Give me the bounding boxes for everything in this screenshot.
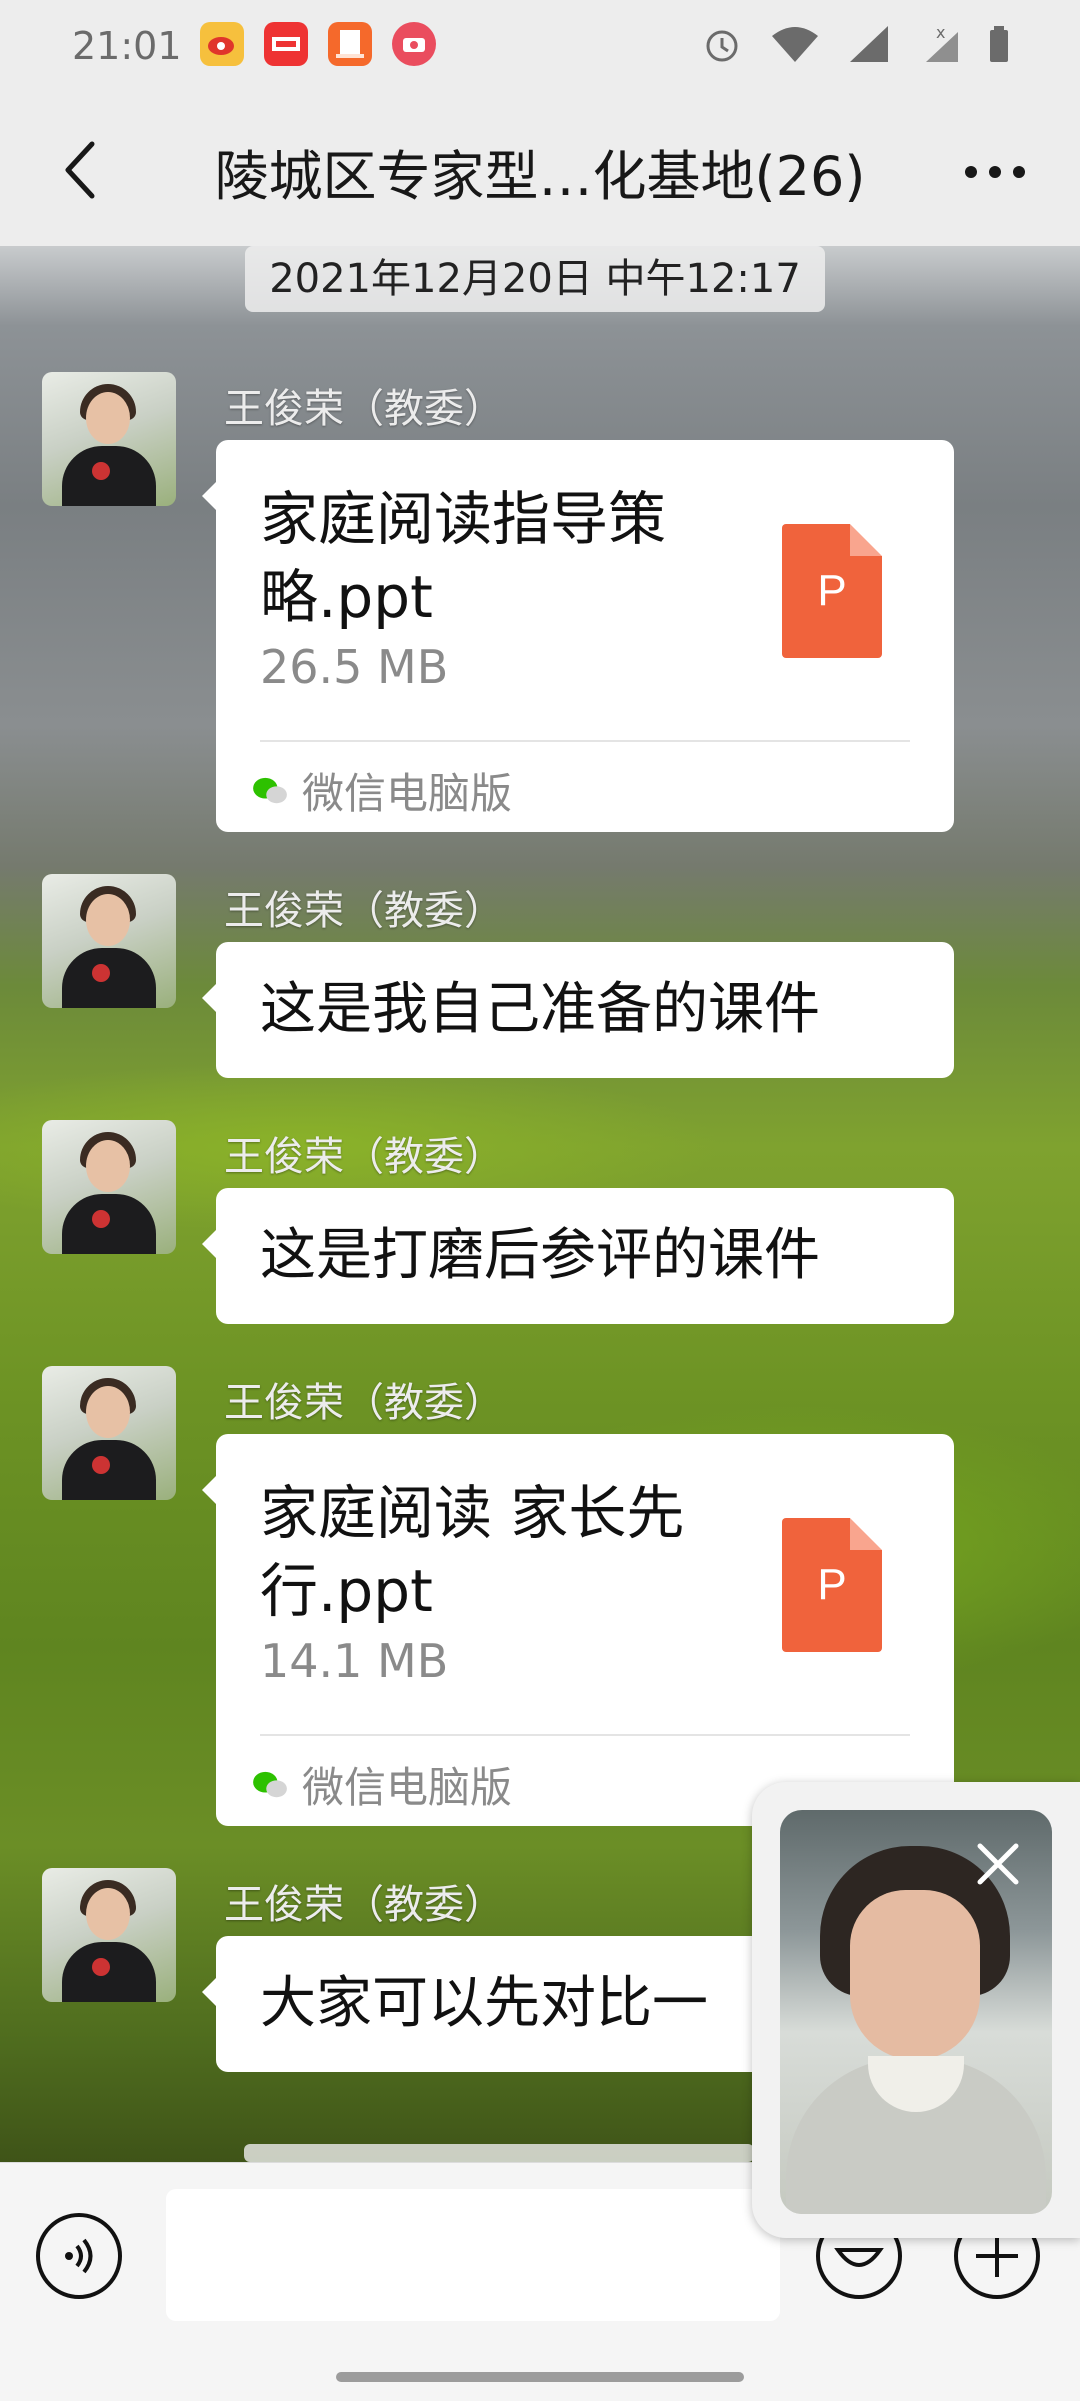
camera-icon xyxy=(392,22,436,66)
avatar[interactable] xyxy=(42,372,176,506)
avatar[interactable] xyxy=(42,1120,176,1254)
file-source-label: 微信电脑版 xyxy=(302,769,513,818)
status-app-icons xyxy=(200,22,436,66)
message-text: 这是打磨后参评的课件 xyxy=(260,1223,820,1288)
text-message-bubble[interactable]: 这是打磨后参评的课件 xyxy=(202,1188,954,1324)
close-video-button[interactable] xyxy=(968,1834,1028,1894)
floating-video-window[interactable] xyxy=(752,1782,1080,2238)
status-bar: 21:01 x xyxy=(0,0,1080,96)
voice-button[interactable] xyxy=(36,2213,122,2299)
next-message-peek xyxy=(244,2144,754,2162)
file-source: 微信电脑版 xyxy=(252,1754,512,1815)
chat-title[interactable]: 陵城区专家型…化基地(26) xyxy=(0,132,1080,211)
battery-icon xyxy=(990,26,1008,62)
avatar[interactable] xyxy=(42,1366,176,1500)
plus-icon xyxy=(976,2235,1018,2277)
avatar[interactable] xyxy=(42,874,176,1008)
file-name: 家庭阅读 家长先行.ppt xyxy=(260,1479,685,1625)
ppt-file-icon: P xyxy=(782,524,882,658)
chat-timestamp: 2021年12月20日 中午12:17 xyxy=(245,246,825,312)
svg-text:x: x xyxy=(936,24,945,42)
sender-name: 王俊荣（教委） xyxy=(224,888,504,934)
wifi-icon xyxy=(772,27,818,62)
file-message-bubble[interactable]: 家庭阅读 家长先行.ppt 14.1 MB P 微信电脑版 xyxy=(202,1434,954,1826)
wechat-icon xyxy=(253,777,287,803)
sender-name: 王俊荣（教委） xyxy=(224,1882,504,1928)
file-source: 微信电脑版 xyxy=(252,760,512,821)
status-right-icons: x xyxy=(702,24,1010,64)
video-preview[interactable] xyxy=(780,1810,1052,2214)
signal-x-icon: x xyxy=(926,24,958,62)
weibo-icon xyxy=(200,22,244,66)
file-size: 26.5 MB xyxy=(260,640,449,694)
toutiao-icon xyxy=(264,22,308,66)
wechat-icon xyxy=(253,1771,287,1797)
divider xyxy=(260,1734,910,1736)
file-message-bubble[interactable]: 家庭阅读指导策略.ppt 26.5 MB P 微信电脑版 xyxy=(202,440,954,832)
message-input[interactable] xyxy=(166,2189,780,2321)
more-button[interactable] xyxy=(950,132,1040,212)
home-indicator[interactable] xyxy=(336,2372,744,2382)
status-time: 21:01 xyxy=(72,24,182,68)
ppt-file-icon: P xyxy=(782,1518,882,1652)
signal-icon xyxy=(850,26,888,62)
file-name: 家庭阅读指导策略.ppt xyxy=(260,485,667,631)
file-size: 14.1 MB xyxy=(260,1634,449,1688)
app-icon xyxy=(328,22,372,66)
alarm-icon xyxy=(706,30,738,62)
sender-name: 王俊荣（教委） xyxy=(224,1134,504,1180)
text-message-bubble[interactable]: 这是我自己准备的课件 xyxy=(202,942,954,1078)
more-dots-icon xyxy=(965,166,1025,178)
chat-header: 陵城区专家型…化基地(26) xyxy=(0,96,1080,246)
divider xyxy=(260,740,910,742)
avatar[interactable] xyxy=(42,1868,176,2002)
emoji-icon xyxy=(834,2248,884,2267)
message-text: 这是我自己准备的课件 xyxy=(260,977,820,1042)
file-source-label: 微信电脑版 xyxy=(302,1763,513,1812)
voice-icon xyxy=(65,2238,93,2274)
sender-name: 王俊荣（教委） xyxy=(224,386,504,432)
sender-name: 王俊荣（教委） xyxy=(224,1380,504,1426)
close-icon xyxy=(977,1843,1019,1885)
